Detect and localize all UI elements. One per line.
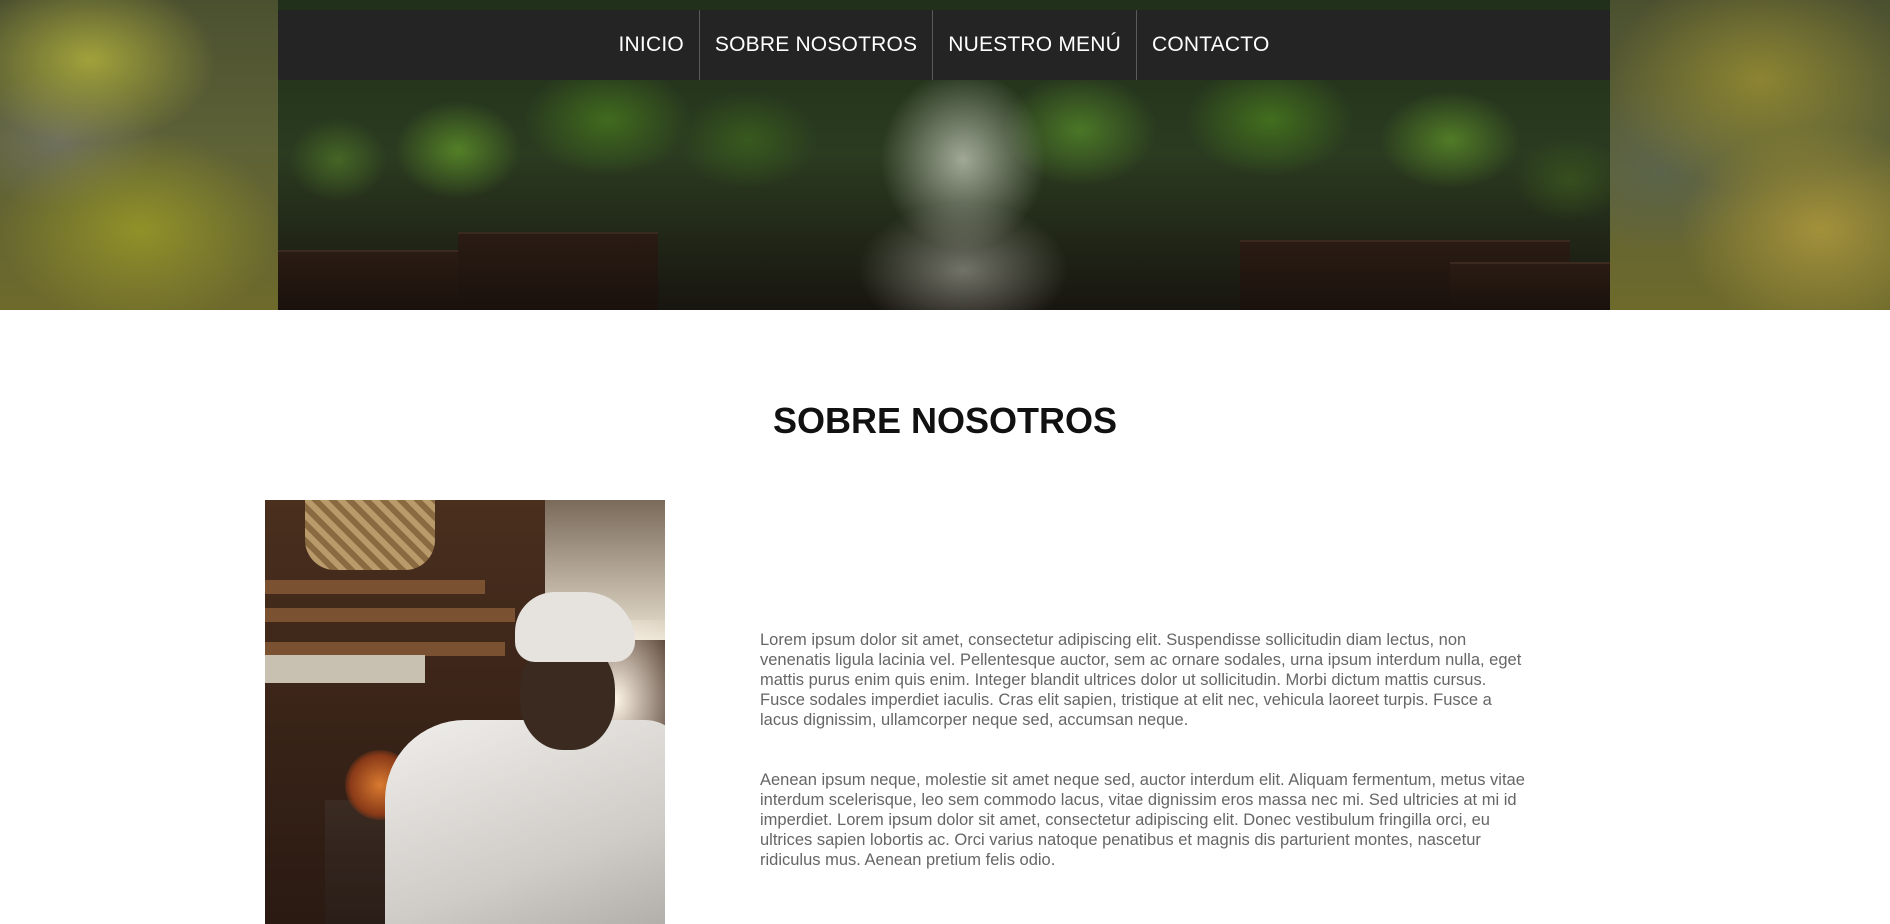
nav-item-inicio[interactable]: INICIO [604, 10, 699, 80]
nav-item-contacto[interactable]: CONTACTO [1135, 10, 1285, 80]
nav-item-sobre-nosotros[interactable]: SOBRE NOSOTROS [698, 10, 932, 80]
chef-image [265, 500, 665, 924]
about-paragraph-2: Aenean ipsum neque, molestie sit amet ne… [760, 771, 1525, 869]
about-paragraph-1: Lorem ipsum dolor sit amet, consectetur … [760, 631, 1522, 729]
about-text: Lorem ipsum dolor sit amet, consectetur … [760, 630, 1530, 870]
main-navigation: INICIO SOBRE NOSOTROS NUESTRO MENÚ CONTA… [278, 10, 1610, 80]
nav-item-nuestro-menu[interactable]: NUESTRO MENÚ [932, 10, 1136, 80]
section-title: SOBRE NOSOTROS [772, 400, 1118, 441]
